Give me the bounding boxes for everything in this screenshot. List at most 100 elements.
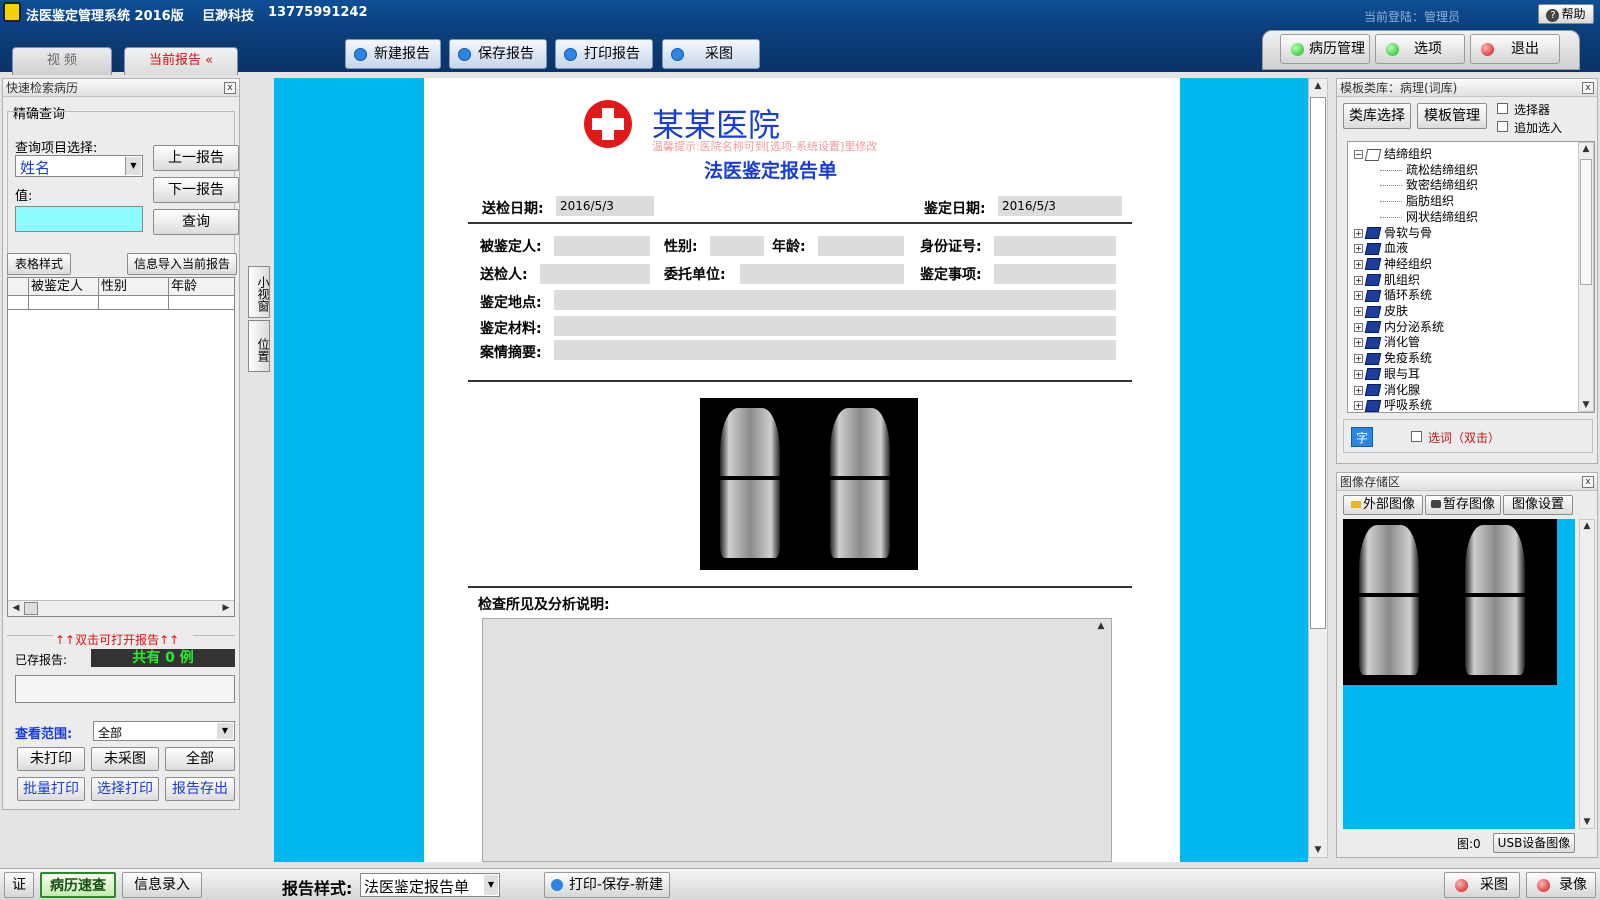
material-field[interactable]: [554, 316, 1116, 336]
append-checkbox[interactable]: [1497, 121, 1508, 132]
tree-item[interactable]: + 皮肤: [1354, 303, 1408, 319]
stored-xray-thumbnail[interactable]: [1343, 519, 1557, 685]
matter-field[interactable]: [994, 264, 1116, 284]
template-tree[interactable]: − 结缔组织 疏松结缔组织 致密结缔组织 脂肪组织 网状结缔组织 + 骨软与骨 + 血液 + 神经组织…: [1347, 141, 1595, 413]
gender-field[interactable]: [710, 236, 764, 256]
age-field[interactable]: [818, 236, 904, 256]
info-entry-button[interactable]: 信息录入: [122, 872, 202, 898]
usb-image-button[interactable]: USB设备图像: [1493, 833, 1575, 853]
person-field[interactable]: [554, 236, 650, 256]
tree-item[interactable]: + 眼与耳: [1354, 366, 1420, 382]
tree-item[interactable]: + 消化腺: [1354, 382, 1420, 398]
appraisal-date-field[interactable]: 2016/5/3: [998, 196, 1122, 216]
print-report-button[interactable]: 打印报告: [555, 39, 653, 69]
expand-icon[interactable]: +: [1354, 338, 1363, 348]
tree-item[interactable]: + 免疫系统: [1354, 350, 1432, 366]
scroll-down-icon[interactable]: ▼: [1580, 817, 1594, 827]
col-gender[interactable]: 性别: [98, 278, 168, 296]
col-person[interactable]: 被鉴定人: [28, 278, 98, 296]
entrust-field[interactable]: [740, 264, 904, 284]
vertical-scrollbar[interactable]: ▲ ▼: [1308, 78, 1328, 858]
font-button[interactable]: 字: [1351, 427, 1373, 447]
tree-item[interactable]: 网状结缔组织: [1380, 209, 1478, 225]
temp-image-button[interactable]: 暂存图像: [1425, 495, 1501, 515]
tree-item[interactable]: + 内分泌系统: [1354, 319, 1444, 335]
new-report-button[interactable]: 新建报告: [345, 39, 441, 69]
expand-icon[interactable]: +: [1354, 322, 1363, 332]
report-list-grid[interactable]: 被鉴定人 性别 年龄 ◀ ▶: [7, 277, 235, 617]
image-store-area[interactable]: [1343, 519, 1575, 829]
external-image-button[interactable]: 外部图像: [1343, 495, 1423, 515]
export-report-button[interactable]: 报告存出: [165, 777, 235, 801]
small-window-button[interactable]: 小视窗: [248, 266, 270, 318]
chevron-down-icon[interactable]: ▼: [217, 723, 233, 739]
tree-item[interactable]: + 血液: [1354, 240, 1408, 256]
table-row[interactable]: [8, 296, 234, 310]
tree-item[interactable]: + 神经组织: [1354, 256, 1432, 272]
tree-item[interactable]: 疏松结缔组织: [1380, 162, 1478, 178]
options-button[interactable]: 选项: [1375, 34, 1465, 64]
batch-print-button[interactable]: 批量打印: [17, 777, 85, 801]
scroll-thumb[interactable]: [24, 602, 38, 615]
selector-checkbox[interactable]: [1497, 103, 1508, 114]
summary-field[interactable]: [554, 340, 1116, 360]
expand-icon[interactable]: +: [1354, 291, 1363, 301]
exit-button[interactable]: 退出: [1470, 34, 1560, 64]
report-style-select[interactable]: 法医鉴定报告单 ▼: [360, 873, 500, 897]
query-button[interactable]: 查询: [153, 209, 239, 235]
expand-icon[interactable]: +: [1354, 228, 1363, 238]
all-button[interactable]: 全部: [165, 747, 235, 771]
horizontal-scrollbar[interactable]: ◀ ▶: [8, 600, 234, 616]
category-select-button[interactable]: 类库选择: [1343, 103, 1411, 129]
record-button[interactable]: 录像: [1526, 872, 1596, 898]
table-style-button[interactable]: 表格样式: [7, 253, 71, 275]
expand-icon[interactable]: +: [1354, 354, 1363, 364]
scroll-up-icon[interactable]: ▲: [1580, 521, 1594, 531]
select-print-button[interactable]: 选择打印: [91, 777, 159, 801]
template-mgmt-button[interactable]: 模板管理: [1417, 103, 1487, 129]
tab-video[interactable]: 视 频: [12, 47, 112, 75]
submitter-field[interactable]: [540, 264, 650, 284]
expand-icon[interactable]: +: [1354, 401, 1363, 411]
case-management-button[interactable]: 病历管理: [1280, 34, 1370, 64]
scroll-right-icon[interactable]: ▶: [218, 603, 234, 613]
view-range-select[interactable]: 全部 ▼: [93, 721, 235, 741]
expand-icon[interactable]: +: [1354, 307, 1363, 316]
xray-image[interactable]: [700, 398, 918, 570]
scroll-up-icon[interactable]: ▲: [1093, 621, 1109, 631]
scroll-left-icon[interactable]: ◀: [8, 603, 24, 613]
expand-icon[interactable]: +: [1354, 275, 1363, 285]
next-report-button[interactable]: 下一报告: [153, 177, 239, 203]
chevron-down-icon[interactable]: ▼: [484, 875, 498, 895]
tree-item[interactable]: + 肌组织: [1354, 272, 1420, 288]
import-info-button[interactable]: 信息导入当前报告: [127, 253, 237, 275]
id-field[interactable]: [994, 236, 1116, 256]
expand-icon[interactable]: +: [1354, 385, 1363, 395]
scroll-up-icon[interactable]: ▲: [1579, 144, 1593, 154]
not-printed-button[interactable]: 未打印: [17, 747, 85, 771]
query-value-input[interactable]: [15, 206, 143, 232]
tree-item[interactable]: + 循环系统: [1354, 287, 1432, 303]
submit-date-field[interactable]: 2016/5/3: [556, 196, 654, 216]
prev-report-button[interactable]: 上一报告: [153, 145, 239, 171]
bottom-capture-button[interactable]: 采图: [1444, 872, 1520, 898]
close-icon[interactable]: x: [224, 82, 236, 94]
case-quick-button[interactable]: 病历速查: [40, 872, 116, 898]
image-settings-button[interactable]: 图像设置: [1503, 495, 1573, 515]
print-save-new-button[interactable]: 打印-保存-新建: [544, 872, 670, 898]
saved-reports-box[interactable]: [15, 675, 235, 703]
tree-item[interactable]: + 消化管: [1354, 334, 1420, 350]
position-button[interactable]: 位置: [248, 320, 270, 372]
scroll-thumb[interactable]: [1580, 159, 1592, 285]
help-button[interactable]: ? 帮助: [1538, 4, 1594, 24]
tree-item[interactable]: + 骨软与骨: [1354, 225, 1432, 241]
save-report-button[interactable]: 保存报告: [449, 39, 547, 69]
select-word-checkbox[interactable]: [1411, 431, 1422, 442]
cert-button[interactable]: 证: [4, 872, 34, 898]
tab-current-report[interactable]: 当前报告 «: [124, 47, 238, 75]
tree-scrollbar[interactable]: ▲ ▼: [1578, 142, 1594, 412]
close-icon[interactable]: x: [1582, 476, 1594, 488]
location-field[interactable]: [554, 290, 1116, 310]
capture-button[interactable]: 采图: [662, 39, 760, 69]
not-captured-button[interactable]: 未采图: [91, 747, 159, 771]
